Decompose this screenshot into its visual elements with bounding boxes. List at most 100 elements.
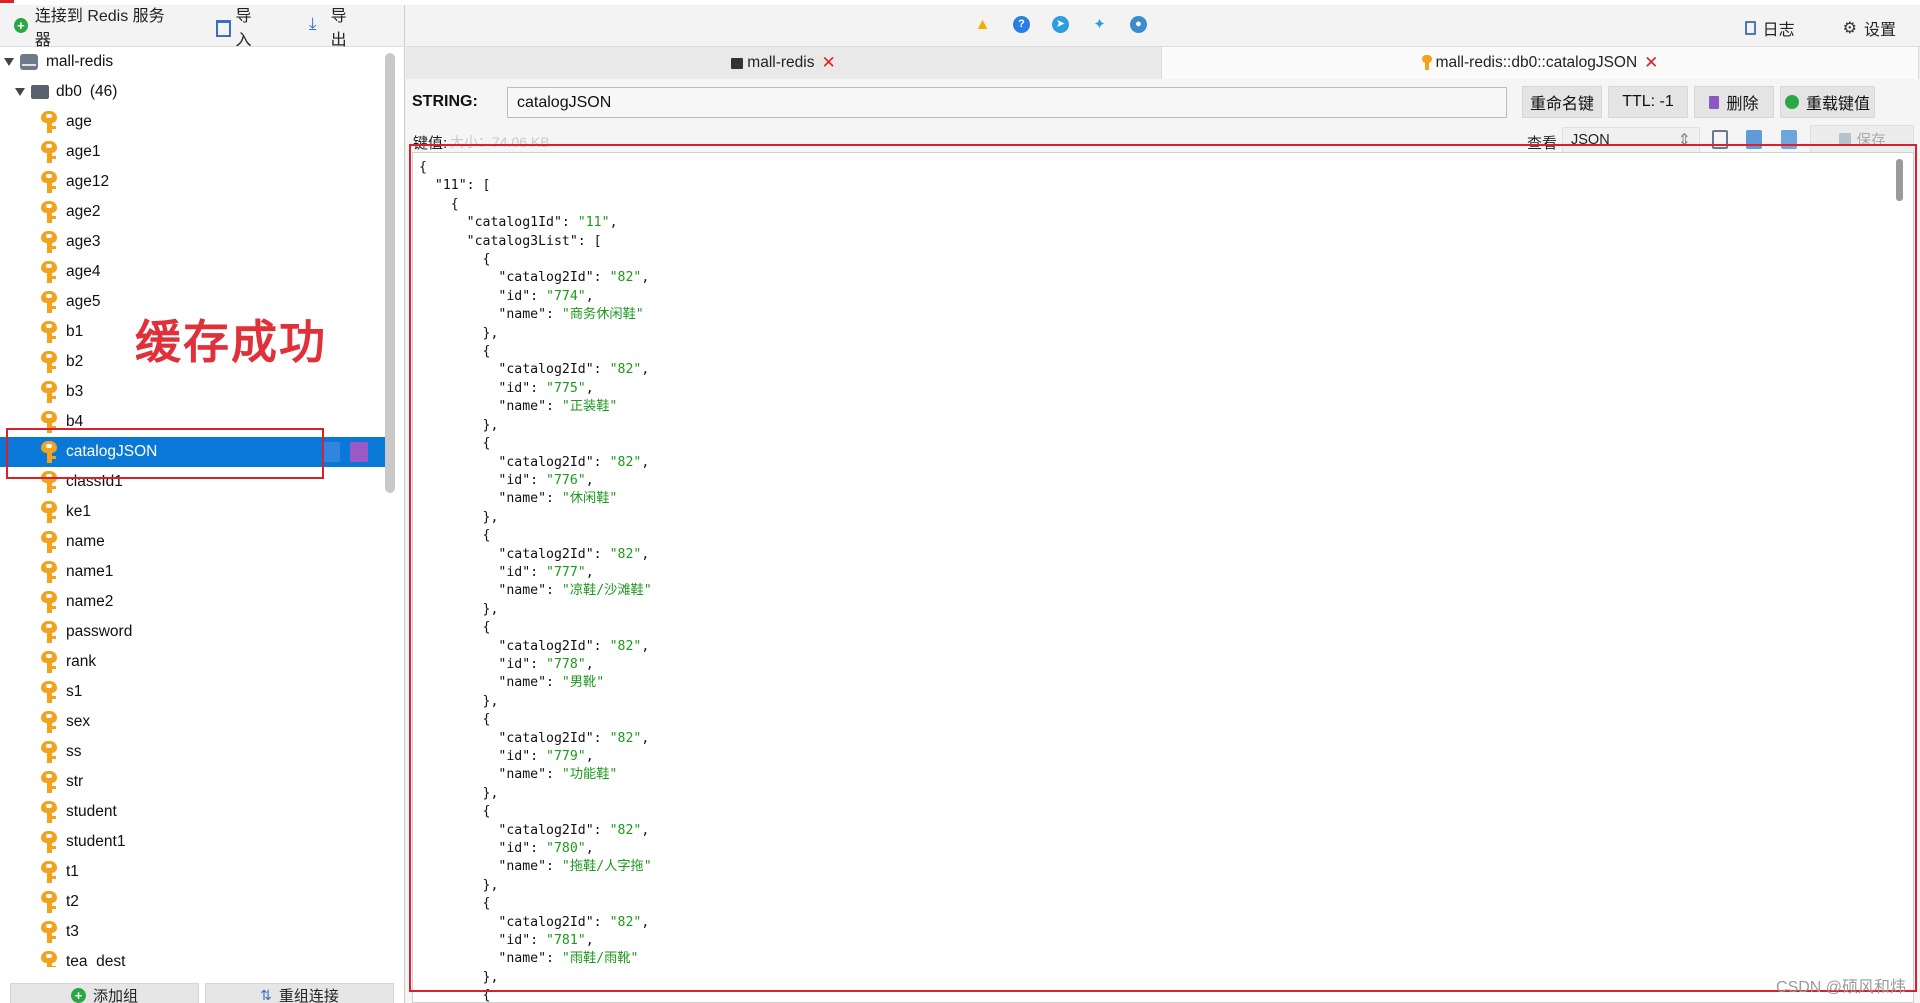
tree-key-item[interactable]: b3 xyxy=(0,377,390,407)
reload-value-button[interactable]: 重载键值 xyxy=(1780,86,1875,118)
tab-label: mall-redis xyxy=(747,54,815,71)
tree-key-item[interactable]: student1 xyxy=(0,827,390,857)
telegram-icon[interactable]: ➤ xyxy=(1052,16,1069,33)
ttl-label: TTL: -1 xyxy=(1622,93,1674,110)
expand-arrow-icon[interactable] xyxy=(15,88,25,96)
warning-icon[interactable]: ▲ xyxy=(974,16,991,33)
code-line: { xyxy=(419,436,491,452)
edit-icon[interactable] xyxy=(322,442,340,462)
export-icon xyxy=(309,14,324,34)
tree-key-item[interactable]: classId1 xyxy=(0,467,390,497)
rename-key-label: 重命名键 xyxy=(1529,96,1594,113)
tree-key-item[interactable]: name2 xyxy=(0,587,390,617)
terminal-icon xyxy=(731,57,744,69)
key-icon xyxy=(41,141,57,163)
tree-key-item[interactable]: age3 xyxy=(0,227,390,257)
tree-key-item[interactable]: b4 xyxy=(0,407,390,437)
tree-key-label: str xyxy=(66,773,84,790)
tree-key-item[interactable]: age4 xyxy=(0,257,390,287)
expand-arrow-icon[interactable] xyxy=(4,58,14,66)
tree-key-item[interactable]: name xyxy=(0,527,390,557)
ttl-button[interactable]: TTL: -1 xyxy=(1608,86,1688,118)
tree-key-item[interactable]: t3 xyxy=(0,917,390,947)
tree-db0[interactable]: db0 (46) xyxy=(0,77,390,107)
code-line: { xyxy=(419,160,427,175)
close-tab-icon[interactable]: ✕ xyxy=(821,53,835,73)
value-bar: 键值: 大小：74.06 KB 查看 JSON 保存 xyxy=(406,123,1920,155)
tree-key-label: b3 xyxy=(66,383,84,400)
key-icon xyxy=(41,921,57,943)
export-button[interactable]: 导出 xyxy=(309,2,360,50)
delete-key-button[interactable]: 删除 xyxy=(1694,86,1774,118)
key-icon xyxy=(41,441,57,463)
tree-scrollbar[interactable] xyxy=(385,53,395,493)
add-group-button[interactable]: + 添加组 xyxy=(10,983,199,1003)
copy-icon[interactable] xyxy=(1712,130,1728,149)
tree-key-item[interactable]: age1 xyxy=(0,137,390,167)
tree-key-item[interactable]: age xyxy=(0,107,390,137)
save-icon xyxy=(1838,133,1851,145)
save-button[interactable]: 保存 xyxy=(1810,125,1914,153)
code-line: { xyxy=(419,528,491,544)
tree-key-item[interactable]: ke1 xyxy=(0,497,390,527)
key-tree: mall-redis db0 (46) age age1 age12 age2 age3… xyxy=(0,47,390,967)
tree-key-item[interactable]: catalogJSON xyxy=(0,437,390,467)
info-icons: ▲ ? ➤ ✦ ● xyxy=(974,16,1147,33)
tree-key-item[interactable]: t2 xyxy=(0,887,390,917)
import-button[interactable]: 导入 xyxy=(214,2,265,50)
tree-key-item[interactable]: s1 xyxy=(0,677,390,707)
tree-key-label: rank xyxy=(66,653,97,670)
import-file-icon[interactable] xyxy=(1746,130,1762,149)
settings-button[interactable]: ⚙ 设置 xyxy=(1843,16,1896,40)
value-editor[interactable]: { "11": [ { "catalog1Id": "11", "catalog… xyxy=(412,152,1914,1003)
code-line: "name": "雨鞋/雨靴" xyxy=(419,951,639,967)
key-icon xyxy=(41,621,57,643)
code-line: "catalog2Id": "82", xyxy=(419,914,650,930)
tree-key-item[interactable]: student xyxy=(0,797,390,827)
tab-mall-redis[interactable]: mall-redis ✕ xyxy=(406,47,1162,79)
tree-key-item[interactable]: password xyxy=(0,617,390,647)
help-icon[interactable]: ? xyxy=(1013,16,1030,33)
sort-icon: ⇅ xyxy=(260,987,272,1003)
tree-key-label: age2 xyxy=(66,203,101,220)
db-key-count: (46) xyxy=(89,83,118,100)
tree-key-item[interactable]: ss xyxy=(0,737,390,767)
save-label: 保存 xyxy=(1856,132,1886,149)
rename-key-button[interactable]: 重命名键 xyxy=(1522,86,1602,118)
twitter-icon[interactable]: ✦ xyxy=(1091,16,1108,33)
key-icon xyxy=(41,711,57,733)
tree-key-item[interactable]: tea_dest xyxy=(0,947,390,967)
json-code[interactable]: { "11": [ { "catalog1Id": "11", "catalog… xyxy=(419,159,652,1003)
close-tab-icon[interactable]: ✕ xyxy=(1644,53,1658,73)
editor-scrollbar[interactable] xyxy=(1896,159,1903,201)
tree-key-item[interactable]: rank xyxy=(0,647,390,677)
key-icon xyxy=(41,951,57,967)
code-line: "id": "775", xyxy=(419,380,594,396)
tree-key-item[interactable]: age12 xyxy=(0,167,390,197)
tree-key-item[interactable]: sex xyxy=(0,707,390,737)
log-button[interactable]: 日志 xyxy=(1744,16,1795,40)
code-line: { xyxy=(419,988,491,1003)
trash-icon[interactable] xyxy=(350,442,368,462)
connect-server-button[interactable]: + 连接到 Redis 服务器 xyxy=(14,2,170,50)
github-icon[interactable]: ● xyxy=(1130,16,1147,33)
tree-key-label: name1 xyxy=(66,563,114,580)
key-icon xyxy=(41,111,57,133)
export-file-icon[interactable] xyxy=(1781,130,1797,149)
view-mode-select[interactable]: JSON xyxy=(1562,127,1700,153)
code-line: "id": "777", xyxy=(419,564,594,580)
tree-key-label: student1 xyxy=(66,833,126,850)
tree-key-item[interactable]: age2 xyxy=(0,197,390,227)
tree-key-item[interactable]: name1 xyxy=(0,557,390,587)
key-name-input[interactable] xyxy=(507,87,1507,118)
reconnect-button[interactable]: ⇅ 重组连接 xyxy=(205,983,394,1003)
tree-key-label: catalogJSON xyxy=(66,443,158,460)
plus-circle-icon: + xyxy=(14,18,28,33)
tree-key-item[interactable]: t1 xyxy=(0,857,390,887)
code-line: "id": "774", xyxy=(419,288,594,304)
view-mode-label: 查看 xyxy=(1527,135,1558,152)
tab-catalogjson[interactable]: mall-redis::db0::catalogJSON ✕ xyxy=(1162,47,1919,79)
tree-key-item[interactable]: str xyxy=(0,767,390,797)
code-line: { xyxy=(419,896,491,912)
tree-server-mall-redis[interactable]: mall-redis xyxy=(0,47,390,77)
